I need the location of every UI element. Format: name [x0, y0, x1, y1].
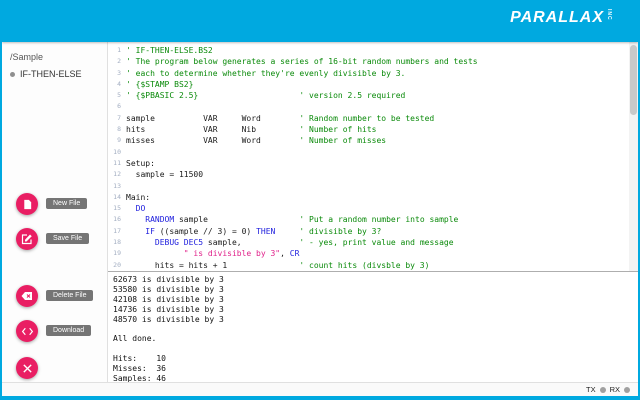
code-line: 7sample VAR Word ' Random number to be t…: [108, 113, 638, 124]
console-line: 53580 is divisible by 3: [113, 285, 638, 295]
current-path-label: /Sample: [2, 42, 107, 64]
logo-text: PARALLAX: [510, 9, 604, 27]
line-number: 6: [108, 101, 126, 112]
line-number: 5: [108, 90, 126, 101]
line-number: 8: [108, 124, 126, 135]
delete-file-label: Delete File: [46, 290, 93, 301]
file-label: IF-THEN-ELSE: [20, 69, 82, 79]
console-line: 14736 is divisible by 3: [113, 305, 638, 315]
new-file-icon: [22, 199, 33, 210]
line-number: 15: [108, 203, 126, 214]
close-icon: [22, 363, 33, 374]
editor-scrollbar[interactable]: [629, 42, 638, 271]
new-file-button[interactable]: [16, 193, 38, 215]
code-line: 9misses VAR Word ' Number of misses: [108, 135, 638, 146]
line-number: 13: [108, 181, 126, 192]
line-number: 4: [108, 79, 126, 90]
line-number: 3: [108, 68, 126, 79]
console-line: 48570 is divisible by 3: [113, 315, 638, 325]
line-number: 11: [108, 158, 126, 169]
sidebar-file-item[interactable]: IF-THEN-ELSE: [2, 64, 107, 84]
save-file-label: Save File: [46, 233, 89, 244]
code-line: 18 DEBUG DEC5 sample, ' - yes, print val…: [108, 237, 638, 248]
header: PARALLAX INC: [2, 0, 638, 42]
status-bar: TX RX: [2, 382, 638, 396]
line-number: 2: [108, 56, 126, 67]
line-number: 12: [108, 169, 126, 180]
code-line: 6: [108, 101, 638, 112]
line-number: 14: [108, 192, 126, 203]
line-number: 20: [108, 260, 126, 271]
tx-label: TX: [586, 385, 596, 394]
console-line: [113, 325, 638, 335]
code-icon: [21, 325, 34, 338]
code-line: 5' {$PBASIC 2.5} ' version 2.5 required: [108, 90, 638, 101]
file-bullet-icon: [10, 72, 15, 77]
file-list: IF-THEN-ELSE: [2, 64, 107, 84]
code-line: 19 " is divisible by 3", CR: [108, 248, 638, 259]
new-file-label: New File: [46, 198, 87, 209]
logo-sub-text: INC: [606, 9, 612, 21]
line-number: 17: [108, 226, 126, 237]
console-output[interactable]: 62673 is divisible by 353580 is divisibl…: [108, 271, 638, 383]
code-line: 2' The program below generates a series …: [108, 56, 638, 67]
download-button[interactable]: [16, 320, 38, 342]
delete-backspace-icon: [21, 290, 33, 302]
line-number: 9: [108, 135, 126, 146]
line-number: 7: [108, 113, 126, 124]
console-line: Hits: 10: [113, 354, 638, 364]
code-line: 8hits VAR Nib ' Number of hits: [108, 124, 638, 135]
console-lines: 62673 is divisible by 353580 is divisibl…: [113, 275, 638, 383]
edit-icon: [21, 233, 33, 245]
code-line: 1' IF-THEN-ELSE.BS2: [108, 45, 638, 56]
code-line: 4' {$STAMP BS2}: [108, 79, 638, 90]
code-line: 10: [108, 147, 638, 158]
console-line: 42108 is divisible by 3: [113, 295, 638, 305]
line-number: 10: [108, 147, 126, 158]
code-editor[interactable]: 1' IF-THEN-ELSE.BS22' The program below …: [108, 42, 638, 271]
save-file-button[interactable]: [16, 228, 38, 250]
line-number: 18: [108, 237, 126, 248]
console-line: All done.: [113, 334, 638, 344]
code-lines: 1' IF-THEN-ELSE.BS22' The program below …: [108, 45, 638, 271]
close-button[interactable]: [16, 357, 38, 379]
code-line: 11Setup:: [108, 158, 638, 169]
tx-indicator-icon: [600, 387, 606, 393]
code-line: 14Main:: [108, 192, 638, 203]
code-line: 3' each to determine whether they're eve…: [108, 68, 638, 79]
console-line: Misses: 36: [113, 364, 638, 374]
code-line: 17 IF ((sample // 3) = 0) THEN ' divisib…: [108, 226, 638, 237]
rx-label: RX: [610, 385, 620, 394]
app-window: PARALLAX INC /Sample IF-THEN-ELSE New Fi…: [0, 0, 640, 400]
code-line: 20 hits = hits + 1 ' count hits (divsble…: [108, 260, 638, 271]
parallax-logo: PARALLAX INC: [510, 9, 612, 27]
code-line: 15 DO: [108, 203, 638, 214]
code-line: 16 RANDOM sample ' Put a random number i…: [108, 214, 638, 225]
rx-indicator-icon: [624, 387, 630, 393]
console-line: 62673 is divisible by 3: [113, 275, 638, 285]
line-number: 16: [108, 214, 126, 225]
scrollbar-thumb[interactable]: [630, 45, 637, 115]
code-line: 12 sample = 11500: [108, 169, 638, 180]
code-line: 13: [108, 181, 638, 192]
line-number: 1: [108, 45, 126, 56]
download-label: Download: [46, 325, 91, 336]
console-line: [113, 344, 638, 354]
line-number: 19: [108, 248, 126, 259]
delete-file-button[interactable]: [16, 285, 38, 307]
